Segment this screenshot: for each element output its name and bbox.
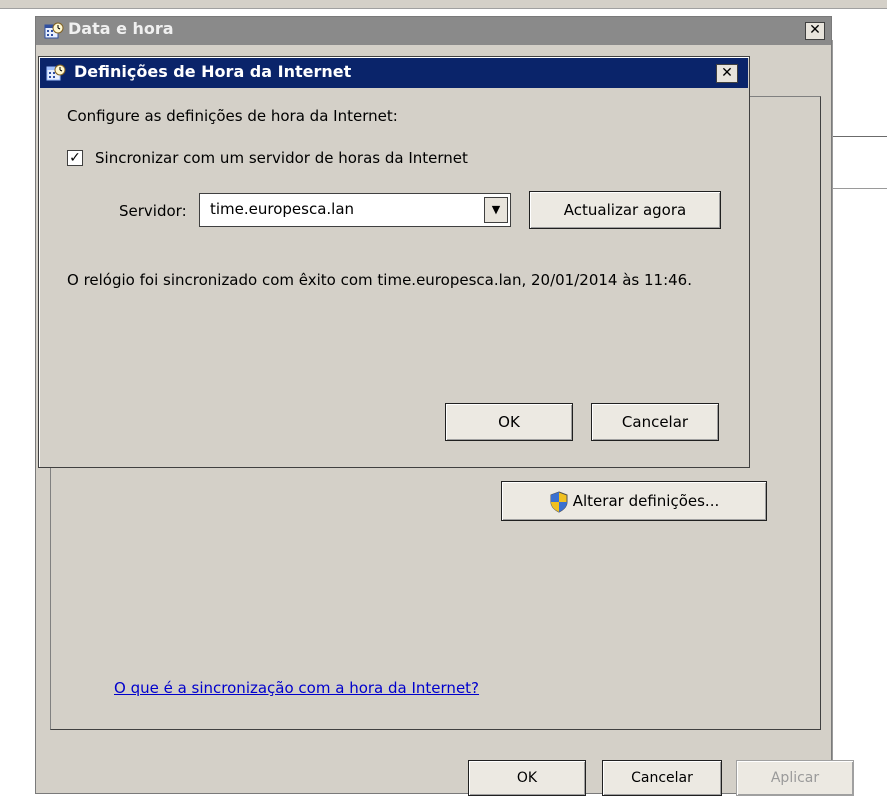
chevron-down-icon: ▼ (491, 203, 501, 216)
alter-settings-label: Alterar definições... (572, 492, 720, 510)
apply-button[interactable]: Aplicar (736, 760, 854, 796)
uac-shield-icon (550, 490, 568, 513)
outer-window-title: Data e hora (68, 19, 174, 38)
outer-close-button[interactable]: ✕ (805, 22, 825, 40)
inner-dialog-title: Definições de Hora da Internet (74, 62, 352, 81)
inner-cancel-button[interactable]: Cancelar (591, 403, 719, 441)
background-divider (832, 40, 833, 794)
server-label: Servidor: (119, 202, 187, 220)
server-dropdown-button[interactable]: ▼ (484, 197, 508, 223)
date-time-icon (44, 22, 64, 39)
outer-ok-button[interactable]: OK (468, 760, 586, 796)
inner-title-bar[interactable]: Definições de Hora da Internet ✕ (40, 58, 748, 88)
sync-status-text: O relógio foi sincronizado com êxito com… (67, 271, 692, 289)
sync-checkbox-label[interactable]: Sincronizar com um servidor de horas da … (95, 149, 468, 167)
outer-cancel-button[interactable]: Cancelar (602, 760, 722, 796)
check-mark-icon: ✓ (69, 150, 81, 166)
outer-title-bar[interactable]: Data e hora ✕ (36, 17, 831, 45)
close-icon: ✕ (809, 22, 821, 38)
internet-time-settings-dialog: Definições de Hora da Internet ✕ Configu… (38, 56, 750, 468)
server-combobox[interactable]: time.europesca.lan ▼ (199, 193, 511, 227)
sync-checkbox[interactable]: ✓ (67, 150, 83, 166)
inner-ok-button[interactable]: OK (445, 403, 573, 441)
server-value[interactable]: time.europesca.lan (210, 200, 354, 218)
date-time-icon (46, 64, 66, 81)
top-edge (0, 0, 887, 9)
update-now-button[interactable]: Actualizar agora (529, 191, 721, 229)
close-icon: ✕ (721, 65, 733, 81)
inner-close-button[interactable]: ✕ (716, 64, 738, 83)
sync-help-link[interactable]: O que é a sincronização com a hora da In… (114, 679, 479, 697)
alter-settings-button[interactable]: Alterar definições... (501, 481, 767, 521)
configure-instruction: Configure as definições de hora da Inter… (67, 107, 398, 125)
